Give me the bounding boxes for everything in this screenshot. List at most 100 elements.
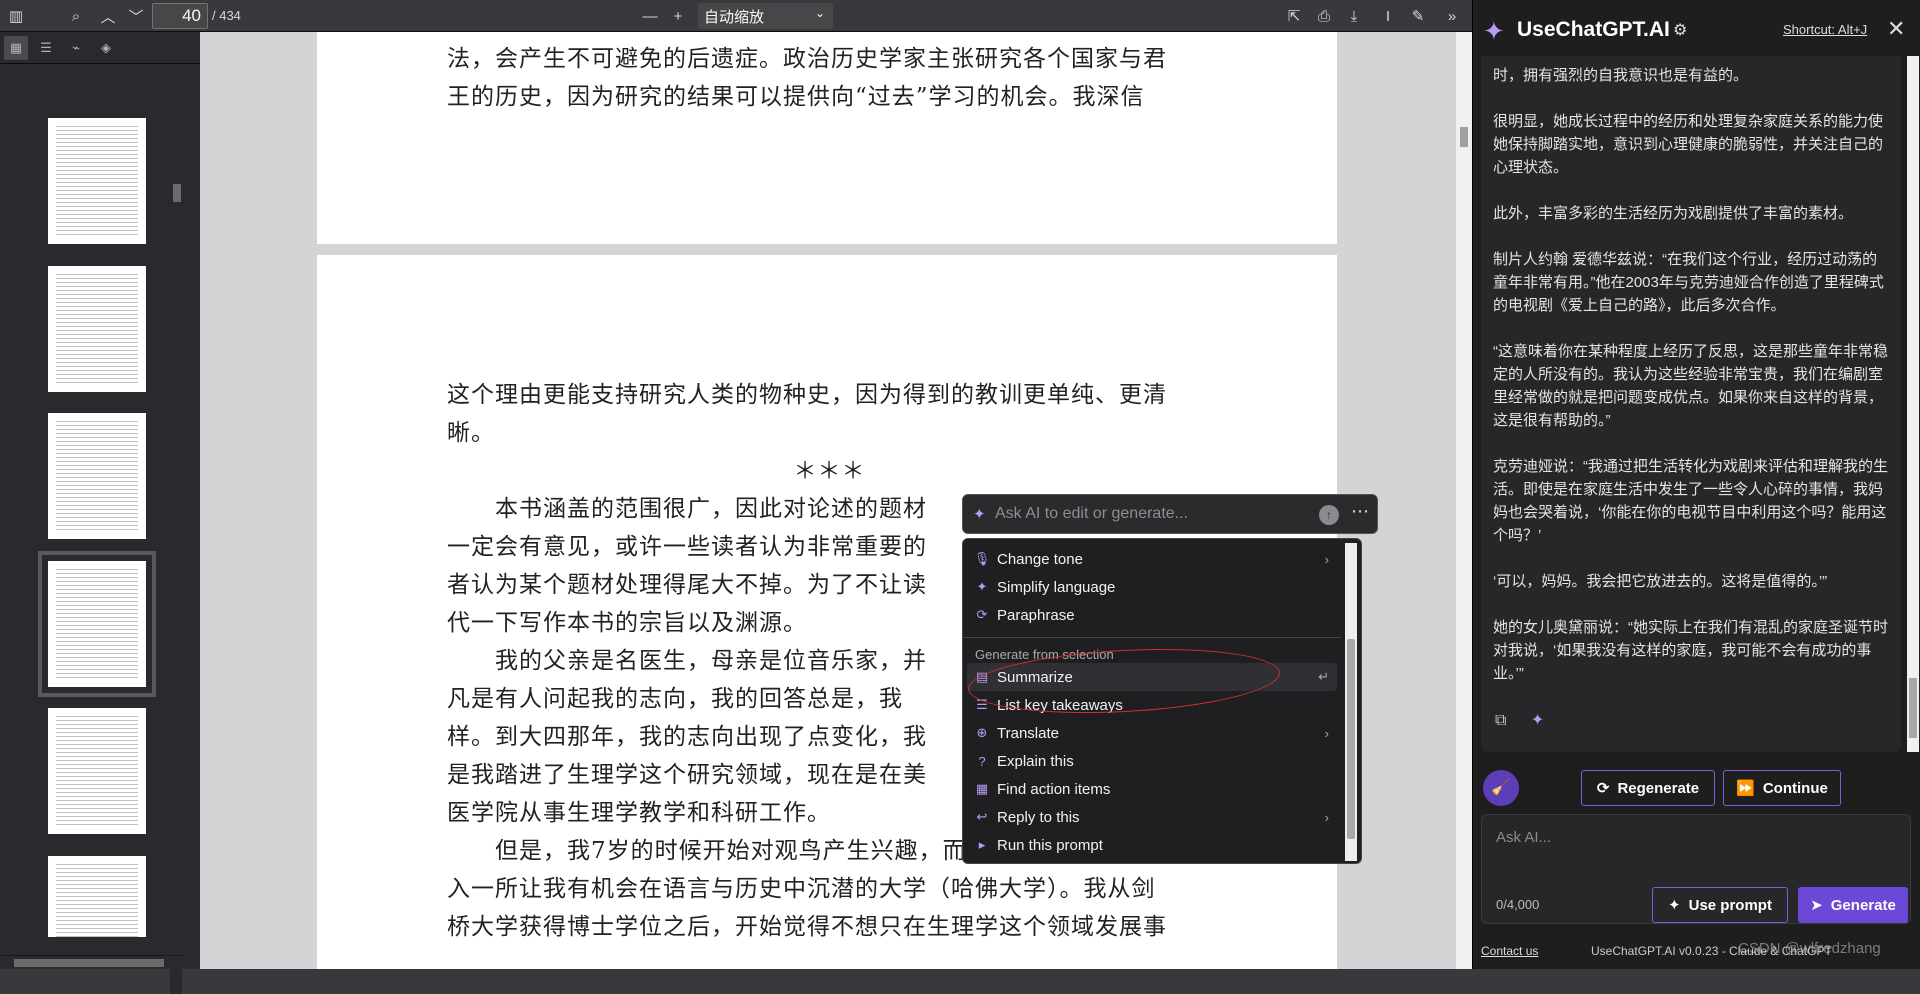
page-total: / 434: [212, 8, 241, 23]
outline-tab-icon[interactable]: ☰: [34, 36, 58, 60]
chevron-down-icon: ⌄: [814, 6, 825, 20]
text-line: 桥大学获得博士学位之后，开始觉得不想只在生理学这个领域发展事: [447, 914, 1167, 940]
thumbnail-sidebar: ▦ ☰ ⌁ ◈: [0, 32, 200, 994]
panel-title: UseChatGPT.AI: [1517, 18, 1670, 41]
globe-icon: ⊕: [976, 725, 988, 740]
menu-item-find-action-items[interactable]: ▦ Find action items: [967, 775, 1337, 803]
open-file-icon[interactable]: ⇱: [1282, 4, 1306, 28]
page-number-input[interactable]: [152, 3, 208, 29]
thumbnails-tab-icon[interactable]: ▦: [4, 36, 28, 60]
gear-icon[interactable]: ⚙: [1673, 20, 1687, 40]
usechatgpt-panel: ✦ UseChatGPT.AI ⚙ Shortcut: Alt+J ✕ 时，拥有…: [1472, 0, 1920, 969]
print-icon[interactable]: ⎙: [1312, 4, 1336, 28]
continue-button[interactable]: ⏩ Continue: [1723, 770, 1841, 806]
sparkle-icon[interactable]: ✦: [1531, 712, 1544, 729]
generate-button[interactable]: ➤ Generate: [1798, 887, 1908, 923]
menu-scrollbar[interactable]: [1345, 543, 1357, 861]
zoom-select[interactable]: 自动缩放 ⌄: [698, 3, 833, 29]
menu-item-summarize[interactable]: ▤ Summarize ↵: [967, 663, 1337, 691]
chat-paragraph: 克劳迪娅说：“我通过把生活转化为戏剧来评估和理解我的生活。即使是在家庭生活中发生…: [1493, 458, 1888, 544]
close-icon[interactable]: ✕: [1887, 16, 1905, 42]
play-icon: ▸: [978, 837, 986, 852]
text-line: 法，会产生不可避免的后遗症。政治历史学家主张研究各个国家与君: [447, 46, 1167, 72]
menu-item-label: Paraphrase: [997, 606, 1075, 624]
previous-page-icon[interactable]: ︿: [96, 4, 120, 28]
send-arrow-icon[interactable]: ↑: [1319, 505, 1339, 525]
more-tools-icon[interactable]: »: [1440, 4, 1464, 28]
chat-paragraph: ‘可以，妈妈。我会把它放进去的。这将是值得的。’”: [1493, 573, 1828, 590]
menu-item-label: Simplify language: [997, 578, 1116, 596]
menu-divider: [963, 637, 1341, 638]
menu-item-translate[interactable]: ⊕ Translate ›: [967, 719, 1337, 747]
zoom-in-button[interactable]: +: [666, 4, 690, 28]
use-prompt-label: Use prompt: [1688, 896, 1772, 914]
clear-chat-icon[interactable]: 🧹: [1483, 770, 1519, 806]
question-icon: ?: [978, 753, 986, 769]
use-prompt-button[interactable]: ✦ Use prompt: [1652, 887, 1788, 923]
zoom-value: 自动缩放: [704, 9, 765, 26]
pdf-toolbar: ▥ ⌕ ︿ ﹀ / 434 — + 自动缩放 ⌄ ⇱ ⎙ ⤓ I ✎ »: [0, 0, 1472, 32]
send-icon: ➤: [1810, 897, 1823, 914]
text-line: 这个理由更能支持研究人类的物种史，因为得到的教训更单纯、更清: [447, 382, 1167, 408]
chat-paragraph: 时，拥有强烈的自我意识也是有益的。: [1493, 67, 1749, 84]
zoom-out-button[interactable]: —: [638, 4, 662, 28]
viewer-scrollbar[interactable]: [1456, 32, 1472, 969]
sidebar-toggle-icon[interactable]: ▥: [4, 4, 28, 28]
menu-item-change-tone[interactable]: 🎙 Change tone ›: [967, 545, 1337, 573]
contact-link[interactable]: Contact us: [1481, 944, 1538, 958]
page-text: 法，会产生不可避免的后遗症。政治历史学家主张研究各个国家与君 王的历史，因为研究…: [447, 40, 1212, 116]
draw-icon[interactable]: ✎: [1406, 4, 1430, 28]
page-thumbnail[interactable]: [48, 413, 146, 539]
list-icon: ☰: [976, 697, 988, 712]
text-line: 晰。: [447, 420, 495, 446]
menu-item-label: List key takeaways: [997, 696, 1123, 714]
chat-paragraph: 制片人约翰 爱德华兹说：“在我们这个行业，经历过动荡的童年非常有用。”他在200…: [1493, 251, 1884, 314]
regenerate-button[interactable]: ⟳ Regenerate: [1581, 770, 1715, 806]
page-thumbnail[interactable]: [48, 856, 146, 937]
page-thumbnail[interactable]: [48, 708, 146, 834]
menu-item-paraphrase[interactable]: ⟳ Paraphrase: [967, 601, 1337, 629]
text-line: 王的历史，因为研究的结果可以提供向“过去”学习的机会。我深信: [447, 84, 1145, 110]
document-icon: ▤: [975, 669, 989, 684]
character-counter: 0/4,000: [1496, 897, 1540, 912]
regenerate-label: Regenerate: [1617, 779, 1700, 797]
search-icon[interactable]: ⌕: [64, 4, 88, 28]
page-thumbnail-selected[interactable]: [38, 551, 156, 697]
panel-header: ✦ UseChatGPT.AI ⚙ Shortcut: Alt+J ✕: [1473, 0, 1920, 58]
menu-item-label: Run this prompt: [997, 836, 1103, 854]
ask-ai-placeholder: Ask AI...: [1496, 829, 1552, 846]
next-page-icon[interactable]: ﹀: [124, 4, 148, 28]
menu-item-explain-this[interactable]: ? Explain this: [967, 747, 1337, 775]
page-thumbnail[interactable]: [48, 118, 146, 244]
section-break: ＊＊＊: [793, 458, 866, 484]
page-thumbnail[interactable]: [48, 266, 146, 392]
chat-scrollbar[interactable]: [1907, 56, 1919, 752]
menu-item-simplify-language[interactable]: ✦ Simplify language: [967, 573, 1337, 601]
refresh-icon: ⟳: [1596, 780, 1610, 797]
checklist-icon: ▦: [975, 781, 989, 796]
copy-icon[interactable]: ⧉: [1495, 712, 1506, 729]
shortcut-link[interactable]: Shortcut: Alt+J: [1783, 22, 1867, 37]
layers-tab-icon[interactable]: ◈: [94, 36, 118, 60]
menu-item-label: Explain this: [997, 752, 1074, 770]
thumbnail-list: [0, 72, 180, 937]
more-options-icon[interactable]: ⋯: [1351, 501, 1369, 522]
sidebar-hscrollbar[interactable]: [0, 955, 182, 969]
menu-item-label: Translate: [997, 724, 1059, 742]
sidebar-scrollbar[interactable]: [170, 104, 182, 994]
generate-label: Generate: [1830, 896, 1896, 914]
chat-paragraph: 很明显，她成长过程中的经历和处理复杂家庭关系的能力使她保持脚踏实地，意识到心理健…: [1493, 113, 1884, 176]
text-select-icon[interactable]: I: [1376, 4, 1400, 28]
sparkle-icon: ✦: [1668, 897, 1681, 914]
ask-ai-inline-bar[interactable]: ✦ Ask AI to edit or generate... ↑ ⋯: [962, 494, 1378, 534]
chat-message: 时，拥有强烈的自我意识也是有益的。 很明显，她成长过程中的经历和处理复杂家庭关系…: [1481, 56, 1901, 752]
save-icon[interactable]: ⤓: [1342, 4, 1366, 28]
menu-item-list-key-takeaways[interactable]: ☰ List key takeaways: [967, 691, 1337, 719]
menu-item-label: Change tone: [997, 550, 1083, 568]
ask-ai-input[interactable]: Ask AI... 0/4,000 ✦ Use prompt ➤ Generat…: [1481, 814, 1911, 924]
menu-item-reply-to-this[interactable]: ↩ Reply to this ›: [967, 803, 1337, 831]
menu-item-run-this-prompt[interactable]: ▸ Run this prompt: [967, 831, 1337, 859]
attachments-tab-icon[interactable]: ⌁: [64, 36, 88, 60]
pdf-page: 法，会产生不可避免的后遗症。政治历史学家主张研究各个国家与君 王的历史，因为研究…: [317, 32, 1337, 244]
chat-paragraph: 此外，丰富多彩的生活经历为戏剧提供了丰富的素材。: [1493, 205, 1854, 222]
